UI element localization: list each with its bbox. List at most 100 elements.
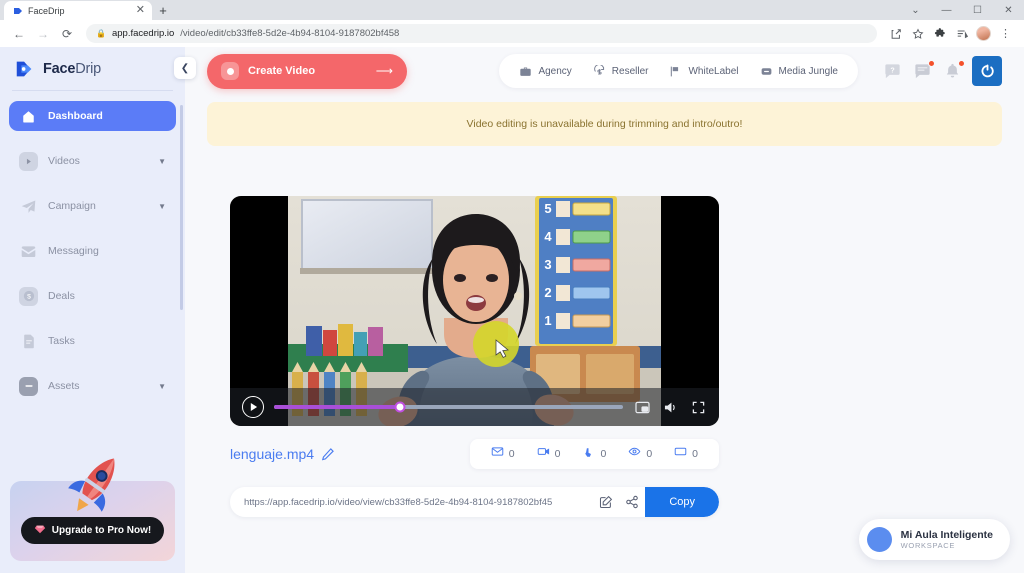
workspace-avatar [866,527,892,552]
briefcase-icon [519,65,532,78]
workspace-widget[interactable]: Mi Aula Inteligente WORKSPACE [858,519,1010,560]
sidebar-item-dashboard[interactable]: Dashboard [9,101,176,131]
pencil-icon[interactable] [321,447,335,461]
envelope-icon [491,445,504,463]
chevron-down-icon[interactable]: ▼ [158,202,166,211]
reading-list-icon[interactable] [951,23,972,44]
facedrip-logo [14,58,36,80]
sidebar-item-label: Tasks [48,335,75,347]
sidebar-item-label: Deals [48,290,75,302]
sidebar-item-label: Campaign [48,200,96,212]
chevron-down-icon[interactable]: ⌄ [900,0,931,20]
edit-square-icon[interactable] [593,495,619,509]
media-folder-icon [760,65,773,78]
share-icon[interactable] [885,23,906,44]
sidebar-item-videos[interactable]: Videos ▼ [9,146,176,176]
profile-avatar[interactable] [973,23,994,44]
video-stats: 0 0 0 0 0 [469,439,719,469]
main-content: Create Video ⟶ Agency Reseller WhiteLabe… [185,47,1024,573]
more-vertical-icon[interactable]: ⋮ [995,23,1016,44]
minimize-icon[interactable]: — [931,0,962,20]
stat-views[interactable]: 0 [617,445,663,463]
click-hand-icon [582,445,595,463]
sidebar-item-deals[interactable]: $ Deals [9,281,176,311]
stat-plays[interactable]: 0 [663,445,709,463]
sidebar-item-campaign[interactable]: Campaign ▼ [9,191,176,221]
pill-label: WhiteLabel [688,65,739,77]
share-url-row: Copy [230,487,719,517]
fullscreen-icon[interactable] [689,398,707,416]
pill-agency[interactable]: Agency [511,58,579,84]
seek-progress [274,405,400,409]
copy-label: Copy [669,496,695,508]
play-icon[interactable] [242,396,264,418]
sidebar-item-label: Dashboard [48,110,103,122]
record-dot-icon [221,62,239,80]
svg-text:?: ? [890,66,894,74]
chevron-down-icon[interactable]: ▼ [158,157,166,166]
video-controls [230,388,719,426]
bell-notification-icon[interactable] [942,59,965,82]
back-arrow-icon[interactable]: ← [8,23,30,45]
power-icon[interactable] [972,56,1002,86]
chevron-down-icon[interactable]: ▼ [158,382,166,391]
video-player[interactable]: 5 4 3 2 1 [230,196,719,426]
browser-toolbar: ← → ⟳ 🔒 app.facedrip.io/video/edit/cb33f… [0,20,1024,47]
sidebar-item-label: Assets [48,380,80,392]
reload-icon[interactable]: ⟳ [56,23,78,45]
picture-in-picture-icon[interactable] [633,398,651,416]
sidebar-item-assets[interactable]: Assets ▼ [9,371,176,401]
stat-recordings[interactable]: 0 [526,445,572,463]
create-video-button[interactable]: Create Video ⟶ [207,53,407,89]
volume-icon[interactable] [661,398,679,416]
workspace-name: Mi Aula Inteligente [900,529,993,541]
share-nodes-icon[interactable] [619,495,645,509]
brand[interactable]: FaceDrip ❮ [0,47,196,90]
upgrade-promo-card: Upgrade to Pro Now! [10,458,175,561]
plus-icon[interactable]: + [152,1,174,20]
stat-value: 0 [554,448,561,460]
header-icons: ? [882,56,1002,86]
video-filename[interactable]: lenguaje.mp4 [230,446,314,462]
upgrade-to-pro-button[interactable]: Upgrade to Pro Now! [21,517,164,544]
warning-message: Video editing is unavailable during trim… [466,118,743,130]
dollar-refresh-icon [593,64,606,78]
svg-text:1: 1 [544,313,551,328]
browser-tab-title: FaceDrip [28,5,65,16]
seek-bar[interactable] [274,401,623,413]
forward-arrow-icon[interactable]: → [32,23,54,45]
sidebar-scrollbar[interactable] [180,105,183,310]
pill-label: Agency [538,65,572,77]
upgrade-label: Upgrade to Pro Now! [51,525,152,536]
workspace-subtitle: WORKSPACE [900,541,956,550]
diamond-gem-icon [34,523,46,538]
browser-tab[interactable]: FaceDrip ✕ [4,1,152,20]
video-card: 54321 lenguaje.mp4 0 0 0 0 0 https://app… [230,196,719,517]
pill-media-jungle[interactable]: Media Jungle [752,58,846,84]
stat-emails[interactable]: 0 [480,445,526,463]
help-question-icon[interactable]: ? [882,61,903,82]
bookmark-star-icon[interactable] [907,23,928,44]
video-play-icon [19,151,38,171]
address-bar[interactable]: 🔒 app.facedrip.io/video/edit/cb33ffe8-5d… [86,24,877,43]
window-play-icon [674,445,687,463]
close-icon[interactable]: ✕ [136,5,145,16]
pill-reseller[interactable]: Reseller [585,58,657,84]
sidebar-item-tasks[interactable]: Tasks [9,326,176,356]
sidebar-item-messaging[interactable]: Messaging [9,236,176,266]
flag-icon [669,65,682,78]
chat-bubble-icon[interactable] [912,59,935,82]
pill-whitelabel[interactable]: WhiteLabel [661,58,746,84]
create-video-label: Create Video [248,65,316,77]
extensions-puzzle-icon[interactable] [929,23,950,44]
stat-value: 0 [692,448,698,460]
close-icon[interactable]: ✕ [993,0,1024,20]
share-url-input[interactable] [244,496,594,508]
stat-clicks[interactable]: 0 [571,445,617,463]
maximize-icon[interactable]: ☐ [962,0,993,20]
paper-plane-icon [19,197,38,216]
pill-label: Media Jungle [778,65,838,77]
browser-window: FaceDrip ✕ + ⌄ — ☐ ✕ ← → ⟳ 🔒 app.facedri… [0,0,1024,573]
seek-handle[interactable] [394,401,406,413]
copy-button[interactable]: Copy [645,487,719,517]
